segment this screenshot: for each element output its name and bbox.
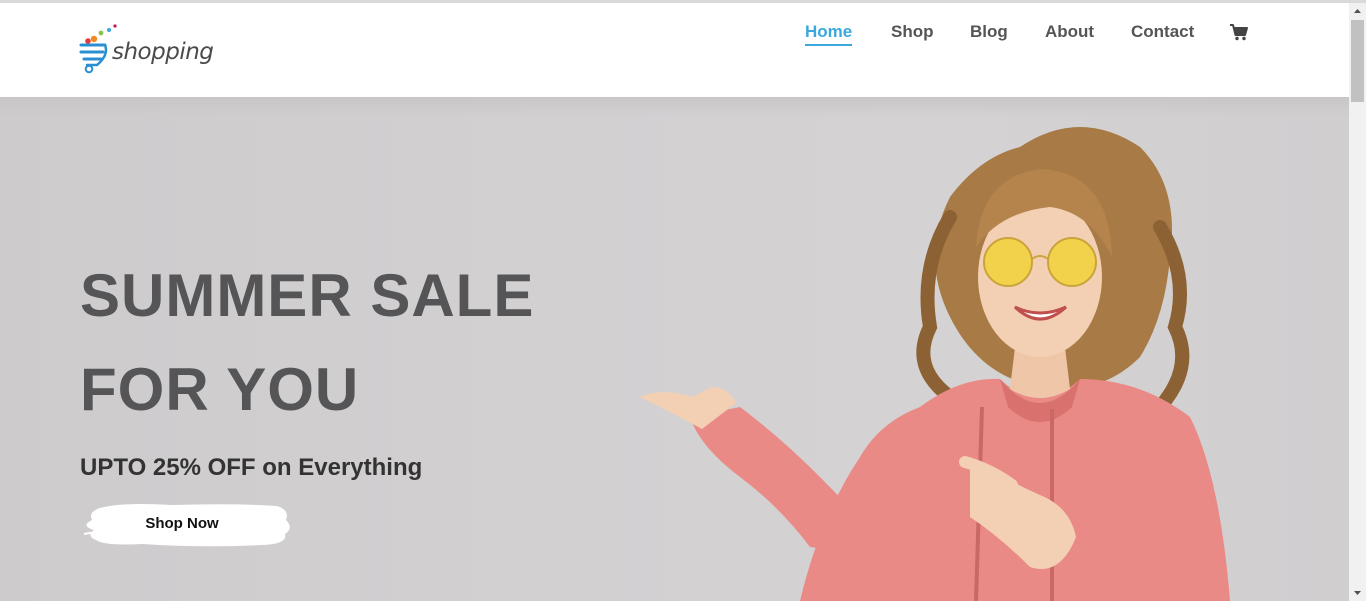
shop-now-label: Shop Now [145, 515, 219, 532]
hero-title-line-1: SUMMER SALE [80, 262, 535, 329]
vertical-scrollbar[interactable] [1349, 3, 1366, 601]
nav-item-about[interactable]: About [1045, 22, 1094, 42]
hero-subtitle: UPTO 25% OFF on Everything [80, 454, 423, 481]
page-viewport: shopping Home Shop Blog About Contact SU… [0, 3, 1349, 601]
model-photo [640, 127, 1230, 601]
nav-item-blog[interactable]: Blog [970, 22, 1008, 42]
hero-top-shadow [0, 97, 1349, 117]
scroll-up-arrow-icon[interactable] [1349, 3, 1366, 20]
nav-item-home[interactable]: Home [805, 22, 853, 46]
nav-item-contact[interactable]: Contact [1131, 22, 1194, 42]
main-nav: Home Shop Blog About Contact [0, 22, 1349, 52]
shop-now-button[interactable]: Shop Now [82, 500, 294, 550]
scroll-down-arrow-icon[interactable] [1349, 584, 1366, 601]
hero-title-line-2: FOR YOU [80, 356, 360, 423]
site-header: shopping Home Shop Blog About Contact [0, 3, 1349, 97]
shopping-cart-icon[interactable] [1229, 22, 1249, 42]
scrollbar-thumb[interactable] [1351, 20, 1364, 102]
hero-banner: SUMMER SALE FOR YOU UPTO 25% OFF on Ever… [0, 97, 1349, 601]
nav-item-shop[interactable]: Shop [891, 22, 934, 42]
